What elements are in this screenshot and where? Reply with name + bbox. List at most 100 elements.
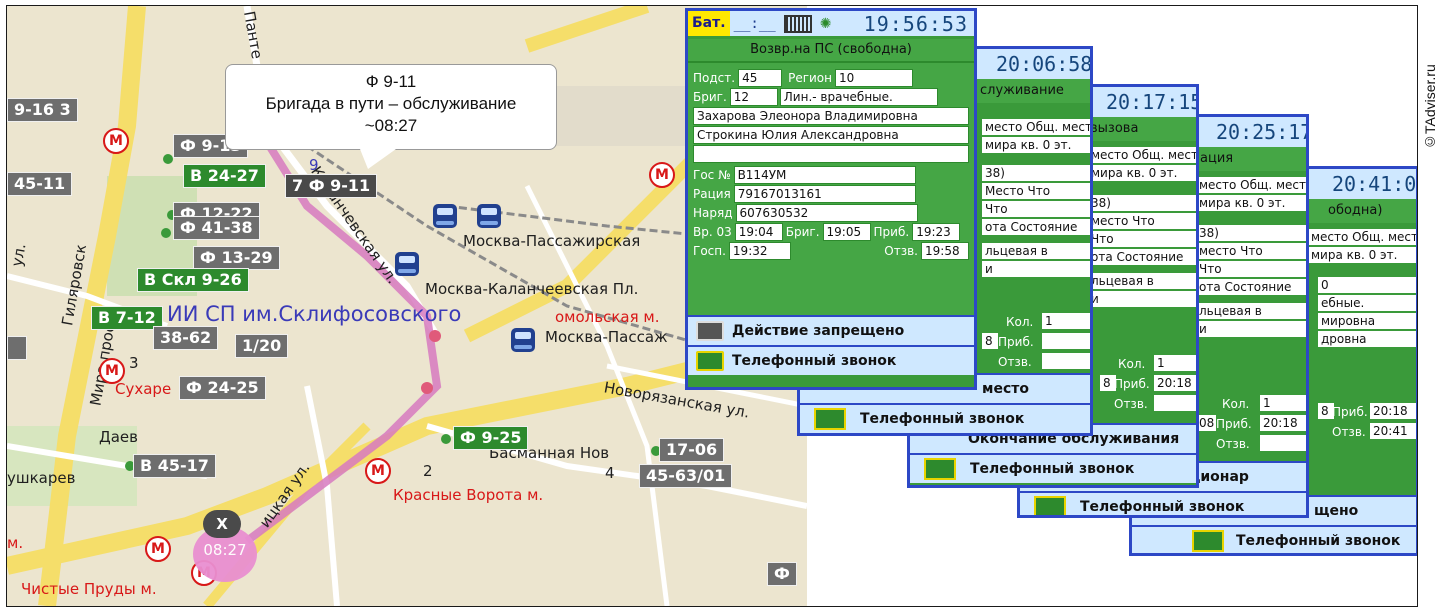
brigade-label[interactable]: 9-16 3: [7, 98, 78, 122]
brigade-label[interactable]: 45-63/01: [639, 464, 733, 488]
prib-value: [1042, 333, 1090, 349]
naryad-label: Наряд: [693, 205, 733, 220]
otzv-value: [1042, 353, 1090, 369]
phone-call-button[interactable]: Телефонный звонок: [910, 453, 1196, 483]
field-line: дровна: [1318, 331, 1416, 347]
field-line: ебные.: [1318, 295, 1416, 311]
metro-icon[interactable]: M: [99, 358, 125, 384]
brigade-label[interactable]: Ф 41-38: [173, 216, 260, 240]
brig-value: 12: [729, 87, 778, 106]
station-sukharevskaya: Сухаре: [115, 380, 172, 398]
field-line: 38): [982, 165, 1090, 181]
otzv-value: 19:58: [921, 241, 969, 260]
brigade-label[interactable]: 17-06: [659, 438, 725, 462]
brig2-value: 19:05: [822, 222, 871, 241]
phone-call-button[interactable]: Телефонный звонок: [800, 403, 1090, 433]
phone-call-button[interactable]: Телефонный звонок: [688, 345, 974, 375]
hospital-label[interactable]: ИИ СП им.Склифосовского: [167, 302, 461, 326]
field-line: место Что: [1088, 213, 1196, 229]
map-number-4: 4: [605, 464, 615, 482]
station-passazhirskaya: Москва-Пассажирская: [463, 232, 641, 250]
field-line: место Общ. место: [982, 119, 1090, 135]
brigade-label[interactable]: 1/20: [235, 334, 289, 358]
vr-label: Вр. 03: [693, 224, 732, 239]
metro-icon[interactable]: M: [103, 128, 129, 154]
street-pushkarev: ушкарев: [7, 469, 76, 487]
tooltip-status: Бригада в пути – обслуживание: [265, 94, 517, 113]
station-chistye-prudy: Чистые Пруды м.: [21, 580, 157, 598]
prib-label: Приб.: [1216, 417, 1252, 431]
field-line: ота Состояние: [982, 219, 1090, 235]
region-label: Регион: [788, 70, 832, 85]
train-icon[interactable]: [477, 204, 501, 228]
action-forbidden-label: Действие запрещено: [732, 323, 905, 339]
train-icon[interactable]: [433, 204, 457, 228]
close-route-button[interactable]: X: [203, 510, 241, 538]
field-line: и: [982, 261, 1090, 277]
phone-icon: [814, 408, 846, 430]
field-line: 0: [1318, 277, 1416, 293]
terminal-panel-front[interactable]: Бат. __:__ ✺ 19:56:53 Возвр.на ПС (свобо…: [685, 8, 977, 390]
field-line: Что: [982, 201, 1090, 217]
prib-label: Приб.: [873, 224, 910, 239]
phone-call-label: Телефонный звонок: [860, 411, 1025, 427]
brigade-label[interactable]: Ф 13-29: [193, 246, 280, 270]
keyboard-icon: [696, 321, 724, 341]
brigade-label[interactable]: Ф 9-25: [453, 426, 529, 450]
otzv-value: 20:41: [1370, 423, 1416, 439]
brigade-tooltip: Ф 9-11 Бригада в пути – обслуживание ~08…: [225, 64, 557, 169]
prib-label: Приб.: [1332, 405, 1368, 419]
brigade-label[interactable]: 45-11: [7, 172, 73, 196]
field-line: место Общ. место: [1308, 229, 1416, 245]
train-icon[interactable]: [395, 252, 419, 276]
brigade-label[interactable]: 7 Ф 9-11: [285, 174, 378, 198]
empty-field: [693, 144, 969, 163]
doctor-name-1: Захарова Элеонора Владимировна: [693, 106, 969, 125]
brigade-label[interactable]: В Скл 9-26: [137, 268, 249, 292]
phone-call-button[interactable]: Телефонный звонок: [1020, 491, 1306, 515]
brigade-location-dot[interactable]: [163, 154, 173, 164]
brigade-label[interactable]: В 24-27: [183, 164, 266, 188]
brigade-location-dot[interactable]: [161, 228, 171, 238]
gosp-value: 19:32: [728, 241, 791, 260]
brigade-label[interactable]: В 45-17: [133, 454, 216, 478]
phone-call-label: Телефонный звонок: [970, 461, 1135, 477]
metro-icon[interactable]: M: [649, 162, 675, 188]
vr-value: 19:04: [734, 222, 783, 241]
field-line: мировна: [1318, 313, 1416, 329]
field-line: льцевая в: [1196, 303, 1306, 319]
prib-value: 20:18: [1370, 403, 1416, 419]
metro-icon[interactable]: M: [145, 536, 171, 562]
prib-label: Приб.: [998, 335, 1034, 349]
map-number-2: 2: [423, 462, 433, 480]
tooltip-brigade-id: Ф 9-11: [365, 72, 417, 91]
field-line: льцевая в: [1088, 273, 1196, 289]
phone-icon: [924, 458, 956, 480]
phone-call-label: Телефонный звонок: [1236, 533, 1401, 549]
region-value: 10: [835, 68, 913, 87]
brigade-label-partial[interactable]: [7, 336, 27, 360]
brigade-location-dot[interactable]: [441, 434, 451, 444]
phone-call-button[interactable]: Телефонный звонок: [1132, 525, 1416, 553]
brigade-label[interactable]: 38-62: [153, 326, 219, 350]
action-forbidden-button[interactable]: Действие запрещено: [688, 315, 974, 345]
metro-icon[interactable]: M: [365, 458, 391, 484]
brigade-label[interactable]: Ф: [767, 562, 797, 586]
otzv-value: [1154, 395, 1196, 411]
station-kalanchevskaya: Москва-Каланчеевская Пл.: [425, 280, 639, 298]
time-placeholder: __:__: [733, 15, 776, 32]
phone-call-label: Телефонный звонок: [732, 353, 897, 369]
field-line: 38): [1088, 195, 1196, 211]
prib-value: 19:23: [912, 222, 961, 241]
field-line: мира кв. 0 эт.: [1088, 165, 1196, 181]
brigade-label[interactable]: Ф 24-25: [179, 376, 266, 400]
field-line: мира кв. 0 эт.: [982, 137, 1090, 153]
brig2-label: Бриг.: [785, 224, 820, 239]
map-number-3: 3: [129, 354, 139, 372]
podst-field: Подст.: [693, 70, 738, 86]
field-line: место Что: [1196, 243, 1306, 259]
prib-value: 20:18: [1260, 415, 1306, 431]
radio-value: 79167013161: [733, 184, 916, 203]
train-icon[interactable]: [511, 328, 535, 352]
station-krasnye-vorota: Красные Ворота м.: [393, 486, 544, 504]
